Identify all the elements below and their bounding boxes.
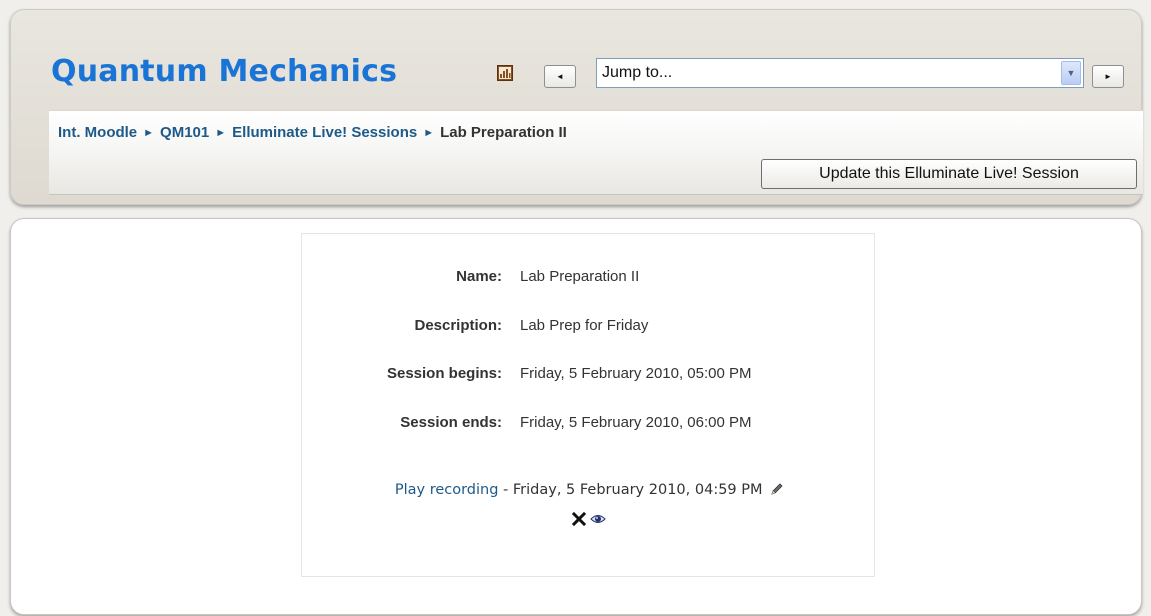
session-name-value: Lab Preparation II xyxy=(520,268,640,285)
course-title[interactable]: Quantum Mechanics xyxy=(51,54,397,89)
right-arrow-icon: ► xyxy=(1104,72,1112,81)
jump-prev-button[interactable]: ◄ xyxy=(544,65,576,88)
breadcrumb-link-site[interactable]: Int. Moodle xyxy=(58,124,137,141)
breadcrumb-link-module[interactable]: Elluminate Live! Sessions xyxy=(232,124,417,141)
report-icon[interactable] xyxy=(497,65,513,81)
session-ends-row: Session ends: Friday, 5 February 2010, 0… xyxy=(302,414,876,434)
session-details: Name: Lab Preparation II Description: La… xyxy=(301,233,875,577)
breadcrumb-separator-icon: ► xyxy=(143,126,155,139)
session-description-value: Lab Prep for Friday xyxy=(520,317,649,334)
navigation-bar: Int. Moodle ► QM101 ► Elluminate Live! S… xyxy=(49,110,1143,195)
session-name-row: Name: Lab Preparation II xyxy=(302,268,876,288)
session-description-row: Description: Lab Prep for Friday xyxy=(302,317,876,337)
page: Quantum Mechanics ◄ Jump to... ▼ ► Int. … xyxy=(0,0,1151,616)
field-label: Name: xyxy=(456,268,502,285)
breadcrumb: Int. Moodle ► QM101 ► Elluminate Live! S… xyxy=(58,124,567,141)
breadcrumb-separator-icon: ► xyxy=(215,126,227,139)
update-session-button[interactable]: Update this Elluminate Live! Session xyxy=(761,159,1137,189)
session-ends-value: Friday, 5 February 2010, 06:00 PM xyxy=(520,414,752,431)
edit-icon[interactable] xyxy=(771,483,783,499)
jump-next-button[interactable]: ► xyxy=(1092,65,1124,88)
session-begins-value: Friday, 5 February 2010, 05:00 PM xyxy=(520,365,752,382)
jump-to-select[interactable]: Jump to... ▼ xyxy=(596,58,1084,88)
header-panel: Quantum Mechanics ◄ Jump to... ▼ ► Int. … xyxy=(10,9,1143,205)
delete-icon[interactable] xyxy=(572,512,586,526)
recording-timestamp: Friday, 5 February 2010, 04:59 PM xyxy=(512,482,763,498)
recording-line: Play recording - Friday, 5 February 2010… xyxy=(302,482,876,499)
left-arrow-icon: ◄ xyxy=(556,72,564,81)
field-label: Description: xyxy=(414,317,502,334)
breadcrumb-link-course[interactable]: QM101 xyxy=(160,124,209,141)
breadcrumb-separator-icon: ► xyxy=(423,126,435,139)
eye-icon[interactable] xyxy=(590,513,606,525)
field-label: Session begins: xyxy=(386,365,502,382)
field-label: Session ends: xyxy=(400,414,502,431)
recording-actions xyxy=(302,512,876,526)
content-panel: Name: Lab Preparation II Description: La… xyxy=(10,218,1142,615)
recording-separator: - xyxy=(498,482,513,498)
jump-to-selected-value: Jump to... xyxy=(602,64,673,81)
chevron-down-icon[interactable]: ▼ xyxy=(1061,61,1081,85)
breadcrumb-current: Lab Preparation II xyxy=(440,124,567,141)
session-begins-row: Session begins: Friday, 5 February 2010,… xyxy=(302,365,876,385)
play-recording-link[interactable]: Play recording xyxy=(395,482,499,498)
